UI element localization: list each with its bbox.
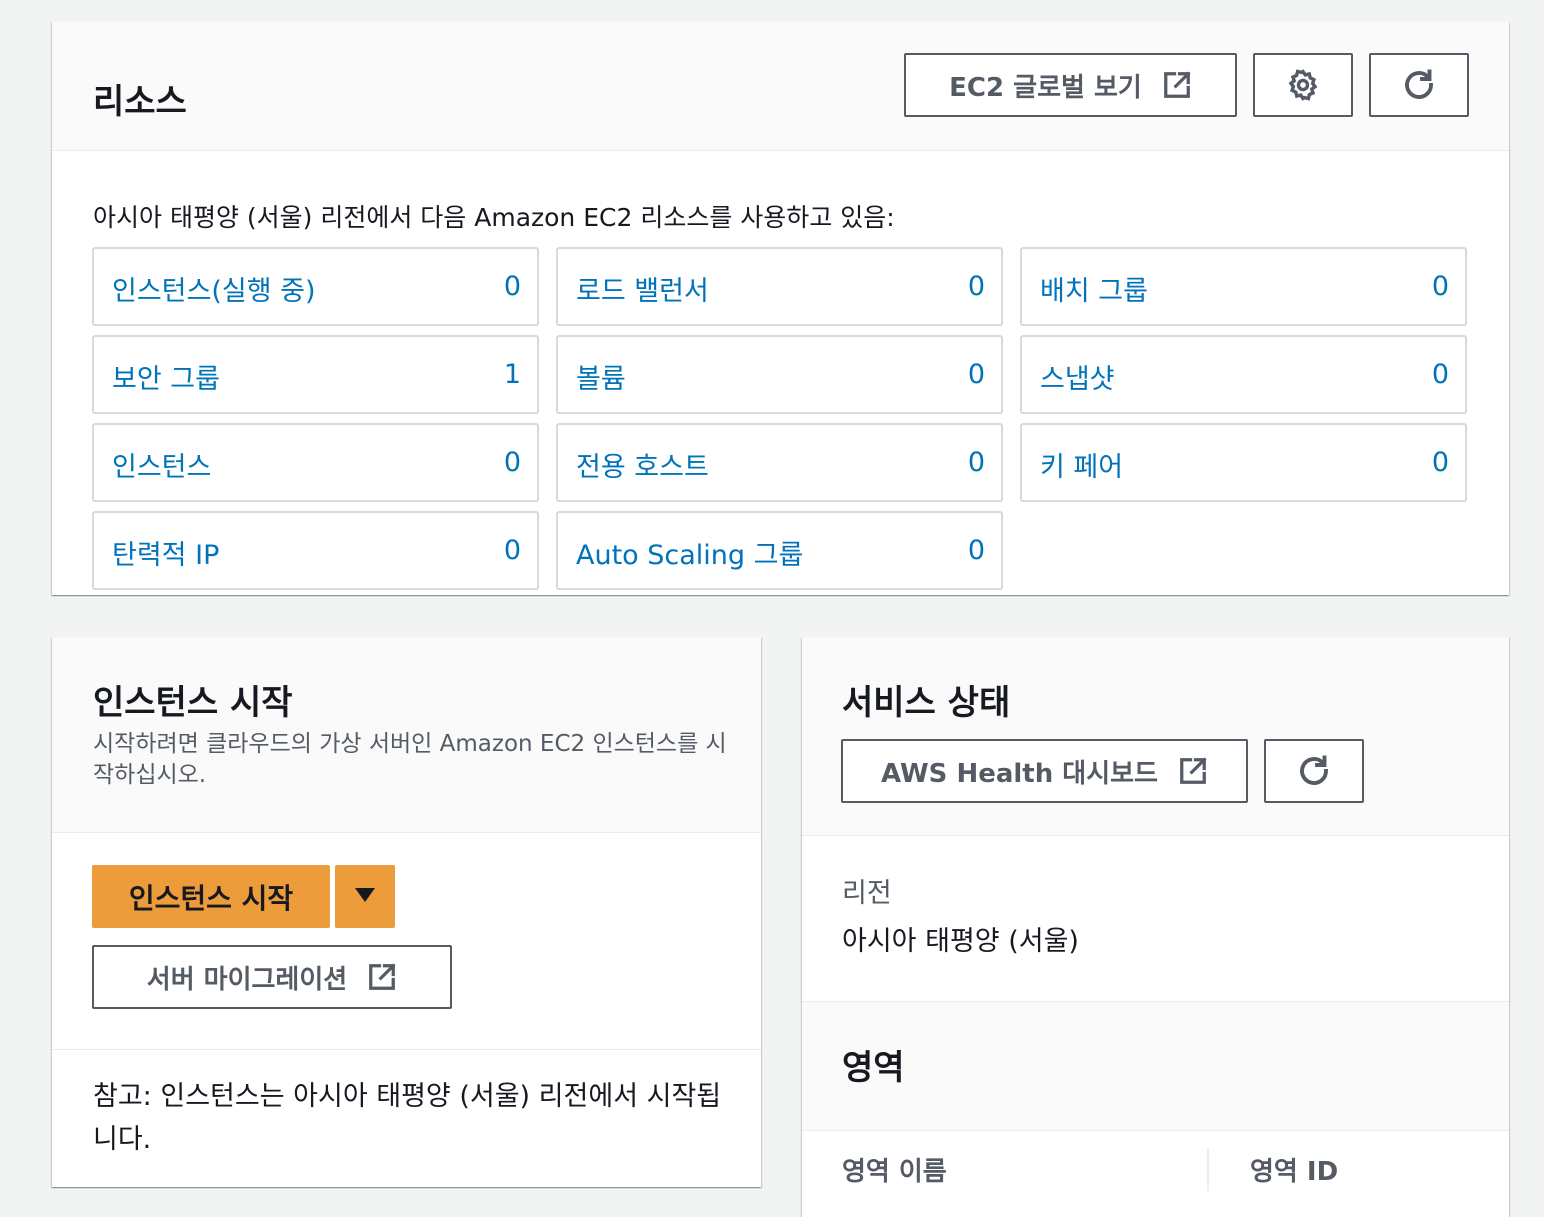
resource-card-count[interactable]: 0: [968, 359, 985, 390]
refresh-status-button[interactable]: [1264, 739, 1364, 803]
refresh-resources-button[interactable]: [1369, 53, 1469, 117]
resource-card-label[interactable]: 인스턴스: [112, 445, 211, 484]
server-migration-button[interactable]: 서버 마이그레이션: [92, 945, 452, 1009]
region-label: 리전: [842, 878, 892, 909]
zones-title: 영역: [842, 1048, 905, 1088]
zones-header: 영역: [802, 1001, 1509, 1131]
resource-card[interactable]: 탄력적 IP 0: [92, 511, 539, 590]
ec2-global-view-label: EC2 글로벌 보기: [949, 72, 1142, 103]
resource-card-count[interactable]: 0: [504, 447, 521, 478]
resource-card-count[interactable]: 1: [504, 359, 521, 390]
resource-card-label[interactable]: 로드 밸런서: [576, 269, 709, 308]
resource-card-count[interactable]: 0: [968, 447, 985, 478]
resources-header: 리소스 EC2 글로벌 보기: [52, 22, 1509, 151]
column-divider: [1207, 1149, 1209, 1191]
gear-icon: [1286, 68, 1320, 102]
service-status-panel: 서비스 상태 AWS Health 대시보드 리전 아시아 태평양 (서울) 영…: [802, 637, 1509, 1217]
caret-down-icon: [354, 887, 376, 907]
resource-card[interactable]: Auto Scaling 그룹 0: [556, 511, 1003, 590]
resource-card-count[interactable]: 0: [968, 535, 985, 566]
resource-card-label[interactable]: Auto Scaling 그룹: [576, 533, 803, 572]
server-migration-label: 서버 마이그레이션: [146, 964, 348, 995]
resource-card[interactable]: 배치 그룹 0: [1020, 247, 1467, 326]
resource-card[interactable]: 로드 밸런서 0: [556, 247, 1003, 326]
resource-card[interactable]: 스냅샷 0: [1020, 335, 1467, 414]
zone-name-column-header[interactable]: 영역 이름: [842, 1151, 947, 1188]
resource-card[interactable]: 키 페어 0: [1020, 423, 1467, 502]
resource-card-label[interactable]: 스냅샷: [1040, 357, 1115, 396]
resource-card-count[interactable]: 0: [1432, 447, 1449, 478]
launch-instance-dropdown[interactable]: [335, 865, 395, 928]
launch-title: 인스턴스 시작: [93, 683, 293, 723]
settings-button[interactable]: [1253, 53, 1353, 117]
external-link-icon: [367, 962, 397, 992]
resource-card-count[interactable]: 0: [1432, 359, 1449, 390]
launch-header: 인스턴스 시작 시작하려면 클라우드의 가상 서버인 Amazon EC2 인스…: [52, 637, 761, 833]
launch-divider: [52, 1049, 761, 1050]
resource-card[interactable]: 보안 그룹 1: [92, 335, 539, 414]
resource-card-label[interactable]: 인스턴스(실행 중): [112, 269, 316, 308]
resource-card[interactable]: 전용 호스트 0: [556, 423, 1003, 502]
region-value: 아시아 태평양 (서울): [842, 926, 1079, 957]
resource-card-label[interactable]: 전용 호스트: [576, 445, 709, 484]
resource-card-label[interactable]: 볼륨: [576, 357, 626, 396]
resource-card-count[interactable]: 0: [504, 271, 521, 302]
refresh-icon: [1296, 753, 1332, 789]
resource-card-label[interactable]: 키 페어: [1040, 445, 1123, 484]
resource-card[interactable]: 인스턴스 0: [92, 423, 539, 502]
resources-panel: 리소스 EC2 글로벌 보기 아시아 태평양 (서울) 리전에서 다음 Amaz…: [52, 22, 1509, 595]
resources-description: 아시아 태평양 (서울) 리전에서 다음 Amazon EC2 리소스를 사용하…: [93, 203, 895, 232]
resource-card-count[interactable]: 0: [1432, 271, 1449, 302]
launch-instance-panel: 인스턴스 시작 시작하려면 클라우드의 가상 서버인 Amazon EC2 인스…: [52, 637, 761, 1187]
resource-card-label[interactable]: 탄력적 IP: [112, 533, 219, 572]
resource-card[interactable]: 볼륨 0: [556, 335, 1003, 414]
resource-card-label[interactable]: 보안 그룹: [112, 357, 220, 396]
ec2-global-view-button[interactable]: EC2 글로벌 보기: [904, 53, 1237, 117]
aws-health-dashboard-button[interactable]: AWS Health 대시보드: [841, 739, 1248, 803]
resource-card[interactable]: 인스턴스(실행 중) 0: [92, 247, 539, 326]
resources-title: 리소스: [93, 82, 187, 122]
external-link-icon: [1178, 756, 1208, 786]
aws-health-dashboard-label: AWS Health 대시보드: [881, 758, 1158, 789]
status-header: 서비스 상태 AWS Health 대시보드: [802, 637, 1509, 836]
resource-card-count[interactable]: 0: [968, 271, 985, 302]
zone-id-column-header[interactable]: 영역 ID: [1250, 1151, 1338, 1188]
external-link-icon: [1162, 70, 1192, 100]
refresh-icon: [1401, 67, 1437, 103]
resource-card-label[interactable]: 배치 그룹: [1040, 269, 1148, 308]
launch-note: 참고: 인스턴스는 아시아 태평양 (서울) 리전에서 시작됩니다.: [93, 1081, 722, 1155]
launch-description: 시작하려면 클라우드의 가상 서버인 Amazon EC2 인스턴스를 시작하십…: [93, 731, 727, 788]
status-title: 서비스 상태: [842, 683, 1011, 723]
resource-card-count[interactable]: 0: [504, 535, 521, 566]
launch-instance-button[interactable]: 인스턴스 시작: [92, 865, 330, 928]
launch-instance-label: 인스턴스 시작: [128, 881, 294, 915]
